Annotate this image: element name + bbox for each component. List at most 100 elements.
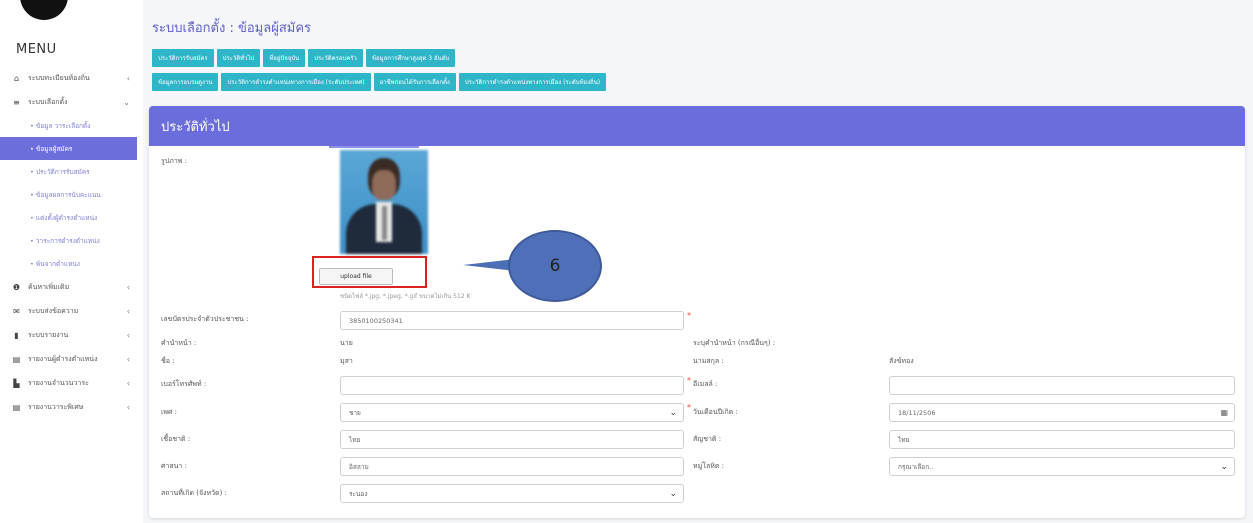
blood-select[interactable]: กรุณาเลือก.. ⌄ xyxy=(889,457,1235,476)
sidebar-subitem-application-history[interactable]: • ประวัติการรับสมัคร xyxy=(0,160,143,183)
chevron-left-icon: ‹ xyxy=(126,378,130,388)
birthdate-label: วันเดือนปีเกิด : xyxy=(693,408,738,416)
sidebar-subitem-term[interactable]: • ข้อมูล วาระเลือกตั้ง xyxy=(0,114,143,137)
sidebar-subitem-leave[interactable]: • พ้นจากตำแหน่ง xyxy=(0,252,143,275)
chevron-left-icon: ‹ xyxy=(126,282,130,292)
sidebar-item-registry[interactable]: ⌂ ระบบทะเบียนท้องถิ่น ‹ xyxy=(0,66,143,90)
id-label: เลขบัตรประจำตัวประชาชน : xyxy=(161,315,249,323)
chevron-left-icon: ‹ xyxy=(126,354,130,364)
menu-title: MENU xyxy=(16,42,57,57)
tab-training[interactable]: ข้อมูลการอบรมดูงาน xyxy=(152,73,219,91)
sidebar-item-officeholder-report[interactable]: ▤ รายงานผู้ดำรงตำแหน่ง ‹ xyxy=(0,347,143,371)
mail-icon: ✉ xyxy=(13,306,20,316)
birthplace-select[interactable]: ระนอง ⌄ xyxy=(340,484,684,503)
tab-bar-row-2: ข้อมูลการอบรมดูงาน ประวัติการดำรงตำแหน่ง… xyxy=(152,73,607,91)
sidebar-item-label: รายงานผู้ดำรงตำแหน่ง xyxy=(28,354,98,363)
race-label: เชื้อชาติ : xyxy=(161,435,191,443)
chart-icon: ▙ xyxy=(13,378,20,388)
photo-label: รูปภาพ : xyxy=(161,157,187,165)
tab-education[interactable]: ข้อมูลการศึกษาสูงสุด 3 อันดับ xyxy=(365,49,456,67)
report-icon: ▤ xyxy=(12,354,21,364)
sidebar-item-special-report[interactable]: ▤ รายงานวาระพิเศษ ‹ xyxy=(0,395,143,419)
tab-application-history[interactable]: ประวัติการรับสมัคร xyxy=(152,49,214,67)
calendar-icon[interactable]: ▦ xyxy=(1220,408,1228,417)
prefix-label: คำนำหน้า : xyxy=(161,339,197,347)
sidebar-item-messages[interactable]: ✉ ระบบส่งข้อความ ‹ xyxy=(0,299,143,323)
id-field[interactable]: 3850100250341 xyxy=(340,311,684,330)
birthdate-field[interactable]: 18/11/2506 ▦ xyxy=(889,403,1235,422)
list-icon: ≡ xyxy=(13,97,20,107)
phone-label: เบอร์โทรศัพท์ : xyxy=(161,380,207,388)
tab-general-history[interactable]: ประวัติทั่วไป xyxy=(216,49,261,67)
sidebar-item-label: ค้นหาเพิ่มเติม xyxy=(28,282,70,291)
chevron-down-icon: ⌄ xyxy=(669,488,677,499)
tab-bar-row-1: ประวัติการรับสมัคร ประวัติทั่วไป ที่อยู่… xyxy=(152,49,456,67)
callout-badge: 6 xyxy=(508,230,602,302)
lastname-value: สังข์ทอง xyxy=(889,357,914,365)
religion-field[interactable]: อิสลาม xyxy=(340,457,684,476)
gender-label: เพศ : xyxy=(161,408,178,416)
race-field[interactable]: ไทย xyxy=(340,430,684,449)
birthdate-value: 18/11/2506 xyxy=(898,408,936,417)
phone-field[interactable] xyxy=(340,376,684,395)
tab-occupation[interactable]: อาชีพก่อนได้รับการเลือกตั้ง xyxy=(373,73,456,91)
tab-local-politics[interactable]: ประวัติการดำรงตำแหน่งทางการเมือง (ระดับท… xyxy=(458,73,607,91)
lastname-label: นามสกุล : xyxy=(693,357,724,365)
logo xyxy=(20,0,68,20)
sidebar-item-search[interactable]: ❶ ค้นหาเพิ่มเติม ‹ xyxy=(0,275,143,299)
religion-label: ศาสนา : xyxy=(161,462,187,470)
required-mark: * xyxy=(687,376,691,385)
card-title: ประวัติทั่วไป xyxy=(149,106,1245,146)
blood-select-placeholder: กรุณาเลือก.. xyxy=(898,462,934,471)
sidebar-list: ⌂ ระบบทะเบียนท้องถิ่น ‹ ≡ ระบบเลือกตั้ง … xyxy=(0,66,143,419)
chevron-left-icon: ‹ xyxy=(126,306,130,316)
sidebar-item-election[interactable]: ≡ ระบบเลือกตั้ง ⌄ xyxy=(0,90,143,114)
chevron-down-icon: ⌄ xyxy=(1220,461,1228,472)
nationality-field[interactable]: ไทย xyxy=(889,430,1235,449)
firstname-label: ชื่อ : xyxy=(161,357,175,365)
sidebar-subitem-appoint[interactable]: • แต่งตั้งผู้ดำรงตำแหน่ง xyxy=(0,206,143,229)
chevron-down-icon: ⌄ xyxy=(669,407,677,418)
sidebar-item-label: รายงานจำนวนวาระ xyxy=(28,378,89,387)
info-icon: ❶ xyxy=(12,282,21,292)
candidate-photo xyxy=(340,150,428,254)
sidebar-subitem-candidate[interactable]: • ข้อมูลผู้สมัคร xyxy=(0,137,137,160)
upload-hint: ชนิดไฟล์ *.jpg, *.jpeg, *.gif ขนาดไม่เกิ… xyxy=(340,293,471,300)
page-title: ระบบเลือกตั้ง : ข้อมูลผู้สมัคร xyxy=(152,21,312,36)
email-label: อีเมลล์ : xyxy=(693,380,718,388)
sidebar-item-label: ระบบรายงาน xyxy=(28,330,69,339)
general-info-card: ประวัติทั่วไป รูปภาพ : upload file ชนิดไ… xyxy=(149,106,1245,518)
sidebar: MENU ⌂ ระบบทะเบียนท้องถิ่น ‹ ≡ ระบบเลือก… xyxy=(0,0,143,523)
sidebar-subitem-vote-count[interactable]: • ข้อมูลผลการนับคะแนน xyxy=(0,183,143,206)
chevron-left-icon: ‹ xyxy=(126,402,130,412)
sidebar-item-label: ระบบส่งข้อความ xyxy=(28,306,79,315)
sidebar-subitem-tenure[interactable]: • วาระการดำรงตำแหน่ง xyxy=(0,229,143,252)
prefix-other-label: ระบุคำนำหน้า (กรณีอื่นๆ) : xyxy=(693,339,776,347)
sidebar-item-label: ระบบทะเบียนท้องถิ่น xyxy=(28,73,90,82)
book-icon: ▮ xyxy=(14,330,19,340)
sidebar-item-reports[interactable]: ▮ ระบบรายงาน ‹ xyxy=(0,323,143,347)
sidebar-item-term-count-report[interactable]: ▙ รายงานจำนวนวาระ ‹ xyxy=(0,371,143,395)
doc-icon: ▤ xyxy=(12,402,21,412)
highlight-box xyxy=(312,256,427,288)
required-mark: * xyxy=(687,311,691,320)
chevron-left-icon: ‹ xyxy=(126,330,130,340)
card-title-underline xyxy=(329,146,419,148)
sidebar-item-label: รายงานวาระพิเศษ xyxy=(28,402,84,411)
chevron-left-icon: ‹ xyxy=(126,73,130,83)
sidebar-item-label: ระบบเลือกตั้ง xyxy=(28,97,68,106)
bank-icon: ⌂ xyxy=(13,73,20,83)
tab-national-politics[interactable]: ประวัติการดำรงตำแหน่งทางการเมือง (ระดับป… xyxy=(221,73,371,91)
birthplace-label: สถานที่เกิด (จังหวัด) : xyxy=(161,489,227,497)
birthplace-select-value: ระนอง xyxy=(349,489,368,498)
blood-label: หมู่โลหิต : xyxy=(693,462,725,470)
nationality-label: สัญชาติ : xyxy=(693,435,722,443)
gender-select-value: ชาย xyxy=(349,408,361,417)
tab-current-address[interactable]: ที่อยู่ปัจจุบัน xyxy=(263,49,306,67)
chevron-down-icon: ⌄ xyxy=(123,97,130,107)
gender-select[interactable]: ชาย ⌄ xyxy=(340,403,684,422)
tab-family[interactable]: ประวัติครอบครัว xyxy=(308,49,363,67)
prefix-value: นาย xyxy=(340,339,353,347)
email-field[interactable] xyxy=(889,376,1235,395)
firstname-value: มุสา xyxy=(340,357,353,365)
